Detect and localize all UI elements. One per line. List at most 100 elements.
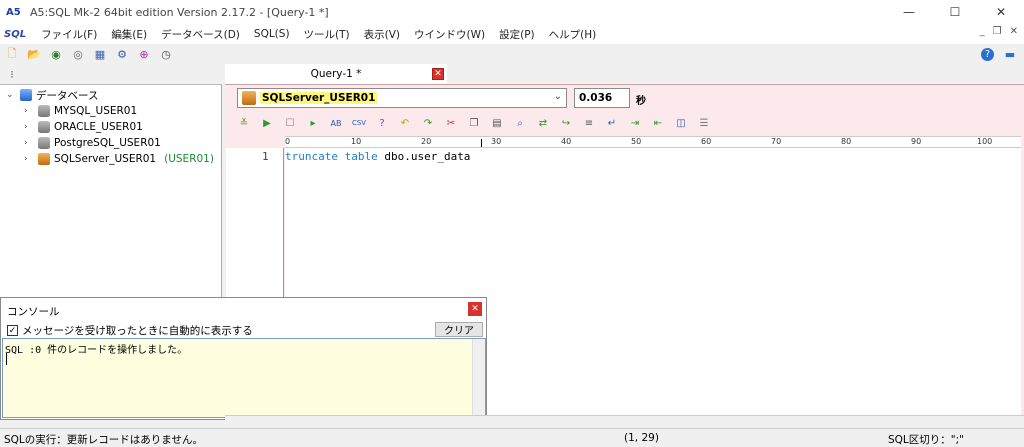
editor-hscrollbar[interactable] [225,415,1024,428]
checkbox-icon[interactable]: ✓ [7,325,18,336]
auto-show-checkbox[interactable]: ✓ メッセージを受け取ったときに自動的に表示する [7,323,253,338]
console-close-icon[interactable]: ✕ [468,302,482,316]
status-message: SQLの実行：更新レコードはありません。 [4,434,203,446]
stop-icon[interactable]: ☐ [282,115,298,131]
menu-bar: SQL ファイル(F) 編集(E) データベース(D) SQL(S) ツール(T… [0,24,1024,44]
tree-item-label: ORACLE_USER01 [54,121,143,133]
wrap-icon[interactable]: ↵ [604,115,620,131]
csv-icon[interactable]: CSV [351,115,367,131]
redo-icon[interactable]: ↷ [420,115,436,131]
tree-item-oracle[interactable]: › ORACLE_USER01 [24,119,143,135]
connection-select[interactable]: SQLServer_USER01 ⌄ [237,88,567,108]
cut-icon[interactable]: ✂ [443,115,459,131]
compare-icon[interactable]: ◫ [673,115,689,131]
expand-icon[interactable]: › [24,122,34,132]
status-bar: SQLの実行：更新レコードはありません。 (1, 29) SQL区切り：";" [0,428,1024,447]
menu-settings[interactable]: 設定(P) [492,27,542,42]
tree-item-mysql[interactable]: › MYSQL_USER01 [24,103,137,119]
chevron-down-icon[interactable]: ⌄ [554,91,562,102]
menu-help[interactable]: ヘルプ(H) [542,27,604,42]
indent-icon[interactable]: ⇥ [627,115,643,131]
open-folder-icon[interactable]: 📂 [26,46,42,62]
plugin-icon[interactable]: ⊕ [136,46,152,62]
column-ruler: 0 10 20 30 40 50 60 70 80 90 100 [285,136,1021,148]
tree-item-label: PostgreSQL_USER01 [54,137,161,149]
ruler-label: 80 [841,137,852,146]
menu-sql[interactable]: SQL(S) [247,28,297,40]
console-scrollbar[interactable] [472,339,485,417]
log-message: SQL :0 件のレコードを操作しました。 [5,345,188,356]
elapsed-time-field: 0.036 [574,88,630,108]
mdi-close-button[interactable]: ✕ [1010,26,1018,37]
copy-icon[interactable]: ❐ [466,115,482,131]
cursor-position: (1, 29) [624,432,659,444]
connection-value: SQLServer_USER01 [260,92,378,104]
menu-database[interactable]: データベース(D) [154,27,247,42]
sqlserver-icon [38,153,50,165]
menu-file[interactable]: ファイル(F) [34,27,104,42]
outdent-icon[interactable]: ⇤ [650,115,666,131]
new-file-icon[interactable]: 🗋 [4,46,20,62]
ruler-label: 60 [701,137,712,146]
editor-toolbar: ≚ ▶ ☐ ▸ AB CSV ? ↶ ↷ ✂ ❐ ▤ ⌕ ⇄ ↪ ≡ ↵ ⇥ ⇤… [236,114,712,132]
close-button[interactable]: ✕ [978,0,1024,24]
expand-icon[interactable]: › [24,138,34,148]
run-icon[interactable]: ▶ [259,115,275,131]
expand-icon[interactable]: › [24,154,34,164]
tree-item-sqlserver[interactable]: › SQLServer_USER01 (USER01) [24,151,214,167]
mdi-minimize-button[interactable]: _ [980,26,985,37]
paste-icon[interactable]: ▤ [489,115,505,131]
ruler-label: 50 [631,137,642,146]
database-root-icon [20,89,32,101]
title-bar: A5 A5:SQL Mk-2 64bit edition Version 2.1… [0,0,1024,24]
ruler-label: 40 [561,137,572,146]
replace-icon[interactable]: ⇄ [535,115,551,131]
window-title: A5:SQL Mk-2 64bit edition Version 2.17.2… [30,5,329,19]
ab-icon[interactable]: AB [328,115,344,131]
collapse-icon[interactable]: ⌄ [6,90,16,100]
tree-view-icon[interactable]: ⁝ [4,66,20,82]
tab-close-icon[interactable]: ✕ [432,68,444,80]
jump-icon[interactable]: ↪ [558,115,574,131]
maximize-button[interactable]: ☐ [932,0,978,24]
elapsed-time-unit: 秒 [636,96,646,107]
clock-icon[interactable]: ◷ [158,46,174,62]
ruler-cursor-marker [481,139,482,147]
app-icon: A5 [6,6,21,18]
tree-item-label: MYSQL_USER01 [54,105,138,117]
help-icon[interactable]: ? [981,47,994,61]
expand-icon[interactable]: › [24,106,34,116]
explain-icon[interactable]: ? [374,115,390,131]
table-icon[interactable]: ▦ [92,46,108,62]
undo-icon[interactable]: ↶ [397,115,413,131]
code-line: truncate table dbo.user_data [285,150,470,163]
format-icon[interactable]: ≚ [236,115,252,131]
console-log[interactable]: SQL :0 件のレコードを操作しました。 [2,338,486,418]
database-icon[interactable]: ◎ [70,46,86,62]
tree-item-postgresql[interactable]: › PostgreSQL_USER01 [24,135,161,151]
align-icon[interactable]: ≡ [581,115,597,131]
connected-user-tag: (USER01) [164,153,214,165]
ruler-label: 100 [977,137,993,146]
sql-identifier: dbo.user_data [377,150,471,163]
minimize-button[interactable]: — [886,0,932,24]
sql-logo-icon: SQL [4,28,27,40]
run-step-icon[interactable]: ▸ [305,115,321,131]
search-icon[interactable]: ⌕ [512,115,528,131]
tree-root[interactable]: ⌄ データベース [6,87,98,103]
gear-icon[interactable]: ⚙ [114,46,130,62]
menu-edit[interactable]: 編集(E) [104,27,154,42]
tree-toolbar: ⁝ [0,64,222,84]
menu-view[interactable]: 表示(V) [357,27,407,42]
tree-item-label: SQLServer_USER01 [54,153,157,165]
keyboard-icon[interactable]: ▬ [1002,46,1018,62]
menu-tools[interactable]: ツール(T) [297,27,357,42]
auto-show-label: メッセージを受け取ったときに自動的に表示する [22,325,253,337]
database-add-icon[interactable]: ◉ [48,46,64,62]
menu-window[interactable]: ウインドウ(W) [407,27,492,42]
tree-format-icon[interactable]: ☰ [696,115,712,131]
tab-query-1[interactable]: Query-1 * [225,64,447,84]
console-title: コンソール [7,306,60,318]
clear-button[interactable]: クリア [435,322,483,337]
mdi-restore-button[interactable]: ❐ [993,26,1002,37]
